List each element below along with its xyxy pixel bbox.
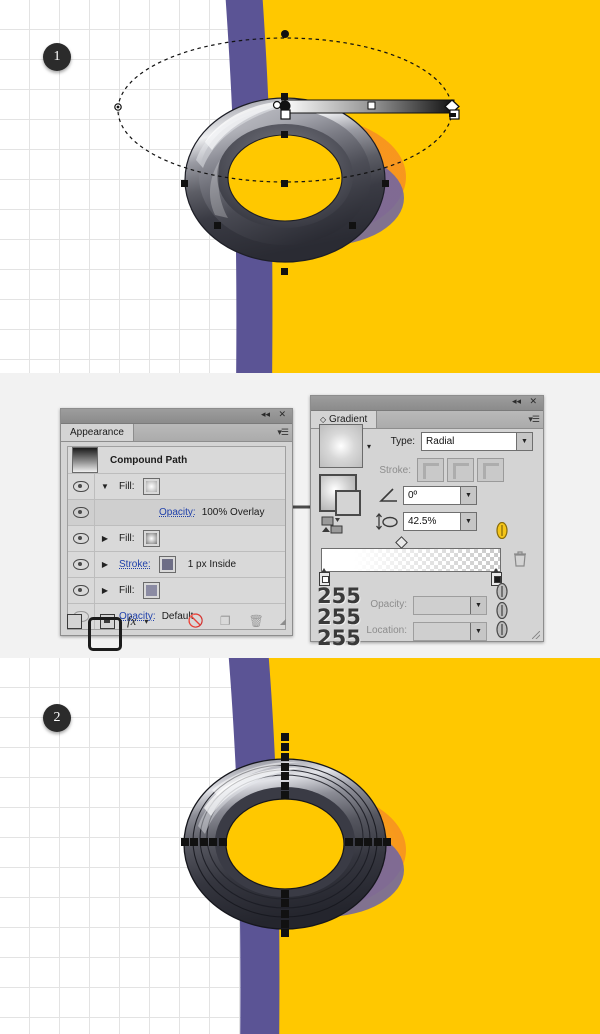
triangle-right-icon[interactable]: ▶	[95, 560, 115, 569]
row-label: Fill:	[119, 533, 135, 544]
artwork-step-1	[114, 0, 600, 373]
stroke-label: Stroke:	[379, 464, 411, 476]
gradient-opacity-input[interactable]: ▼	[413, 596, 487, 615]
gradient-midpoint-handle[interactable]	[395, 536, 408, 549]
clear-appearance-icon[interactable]: 🚫	[188, 613, 204, 629]
stroke-link[interactable]: Stroke:	[119, 559, 151, 570]
collapse-icon[interactable]: ◂◂	[512, 397, 521, 408]
illustration-step-1: 1	[0, 0, 600, 373]
appearance-row-fill-3[interactable]: ▶ Fill:	[68, 578, 285, 604]
gradient-body: ▾ Type: Radial ▼ Stroke: 0º ▼ 42.5% ▼ 25…	[311, 424, 543, 649]
solid-swatch[interactable]	[158, 556, 176, 573]
visibility-toggle[interactable]	[68, 526, 95, 551]
gradient-thumbnail[interactable]	[142, 478, 160, 495]
stroke-along-icon[interactable]	[447, 458, 474, 482]
opacity-label: Opacity:	[370, 599, 407, 610]
fill-stroke-toggle-icon[interactable]	[319, 474, 361, 516]
location-label: Location:	[366, 625, 407, 636]
gradient-titlebar[interactable]: ◂◂ ✕	[311, 396, 543, 411]
appearance-object-row[interactable]: Compound Path	[68, 447, 285, 474]
chevron-down-icon[interactable]: ▼	[460, 513, 476, 530]
rgb-readout: 255 255 255	[317, 586, 361, 649]
reverse-gradient-icon[interactable]	[321, 516, 347, 534]
stroke-value: 1 px Inside	[187, 559, 237, 570]
visibility-toggle[interactable]	[68, 500, 95, 525]
appearance-tabstrip: Appearance ▾☰	[61, 424, 292, 442]
opacity-link[interactable]: Opacity:	[159, 507, 196, 518]
step-badge-2: 2	[43, 704, 71, 732]
eye-icon	[73, 533, 89, 544]
gradient-aspect-value: 42.5%	[408, 516, 437, 527]
panel-menu-icon[interactable]: ▾☰	[277, 427, 289, 438]
triangle-right-icon[interactable]: ▶	[95, 586, 115, 595]
row-label: Fill:	[119, 481, 135, 492]
appearance-panel[interactable]: ◂◂ ✕ Appearance ▾☰ Compound Path ▼ Fill:	[60, 408, 293, 636]
fx-icon[interactable]: fx	[127, 613, 136, 629]
duplicate-item-icon[interactable]: ❐	[220, 614, 231, 628]
eye-icon	[73, 481, 89, 492]
appearance-list: Compound Path ▼ Fill: Opacity: 100% Over…	[67, 446, 286, 630]
step-badge-1: 1	[43, 43, 71, 71]
stroke-across-icon[interactable]	[477, 458, 504, 482]
gradient-slider[interactable]	[321, 548, 501, 572]
row-label: Fill:	[119, 585, 135, 596]
stroke-within-icon[interactable]	[417, 458, 444, 482]
link-icon[interactable]	[496, 602, 508, 619]
object-name: Compound Path	[110, 454, 188, 466]
chevron-down-icon[interactable]: ▼	[460, 487, 476, 504]
gradient-angle-value: 0º	[408, 490, 418, 501]
gradient-angle-input[interactable]: 0º ▼	[403, 486, 477, 505]
gradient-panel[interactable]: ◂◂ ✕ ◇ Gradient ▾☰ ▾ Type: Radial ▼ Stro…	[310, 395, 544, 649]
gradient-thumbnail[interactable]	[142, 530, 160, 547]
link-icon[interactable]	[496, 621, 508, 638]
appearance-row-fill-1[interactable]: ▼ Fill:	[68, 474, 285, 500]
object-thumbnail	[72, 447, 98, 473]
solid-swatch[interactable]	[142, 582, 160, 599]
eye-icon	[73, 559, 89, 570]
add-new-stroke-icon[interactable]	[67, 613, 82, 629]
tutorial-page: 1 ◂◂ ✕ Appearance ▾☰ Compound Path ▼ Fil…	[0, 0, 600, 1034]
appearance-titlebar[interactable]: ◂◂ ✕	[61, 409, 292, 424]
visibility-toggle[interactable]	[68, 578, 95, 603]
gradient-type-select[interactable]: Radial ▼	[421, 432, 533, 451]
type-label: Type:	[390, 436, 416, 447]
eye-icon	[73, 585, 89, 596]
delete-item-icon[interactable]: 🗑	[249, 614, 264, 628]
illustration-step-2: 2	[0, 658, 600, 1034]
tab-appearance[interactable]: Appearance	[61, 424, 134, 441]
triangle-down-icon[interactable]: ▼	[95, 482, 115, 491]
gradient-type-value: Radial	[426, 436, 455, 447]
aspect-ratio-icon	[376, 513, 398, 530]
stroke-gradient-buttons	[417, 458, 504, 482]
collapse-icon[interactable]: ◂◂	[261, 410, 270, 421]
link-icon[interactable]	[496, 583, 508, 600]
chevron-down-icon[interactable]: ▼	[516, 433, 532, 450]
visibility-toggle[interactable]	[68, 474, 95, 499]
chevron-down-icon[interactable]: ▾	[367, 442, 371, 451]
chevron-down-icon[interactable]: ▼	[470, 623, 486, 640]
visibility-toggle[interactable]	[68, 552, 95, 577]
close-icon[interactable]: ✕	[529, 397, 537, 408]
gradient-aspect-input[interactable]: 42.5% ▼	[403, 512, 477, 531]
artwork-step-2	[181, 658, 600, 1034]
chevron-down-icon[interactable]: ▼	[470, 597, 486, 614]
gradient-location-input[interactable]: ▼	[413, 622, 487, 641]
triangle-right-icon[interactable]: ▶	[95, 534, 115, 543]
angle-icon	[379, 488, 397, 502]
appearance-row-stroke[interactable]: ▶ Stroke: 1 px Inside	[68, 552, 285, 578]
eye-icon	[73, 507, 89, 518]
opacity-value: 100% Overlay	[201, 507, 265, 518]
delete-stop-icon[interactable]	[513, 551, 527, 567]
gradient-fill-thumbnail[interactable]	[319, 424, 363, 468]
resize-grip-icon[interactable]: ◢	[280, 617, 286, 626]
appearance-row-opacity-overlay[interactable]: Opacity: 100% Overlay	[68, 500, 285, 526]
appearance-row-fill-2[interactable]: ▶ Fill:	[68, 526, 285, 552]
highlight-box-add-new-fill	[88, 617, 122, 651]
panel-menu-icon[interactable]: ▾☰	[528, 414, 540, 425]
resize-grip-icon[interactable]	[532, 631, 540, 639]
link-icon[interactable]	[496, 522, 508, 539]
close-icon[interactable]: ✕	[278, 410, 286, 421]
appearance-body: Compound Path ▼ Fill: Opacity: 100% Over…	[61, 446, 292, 630]
